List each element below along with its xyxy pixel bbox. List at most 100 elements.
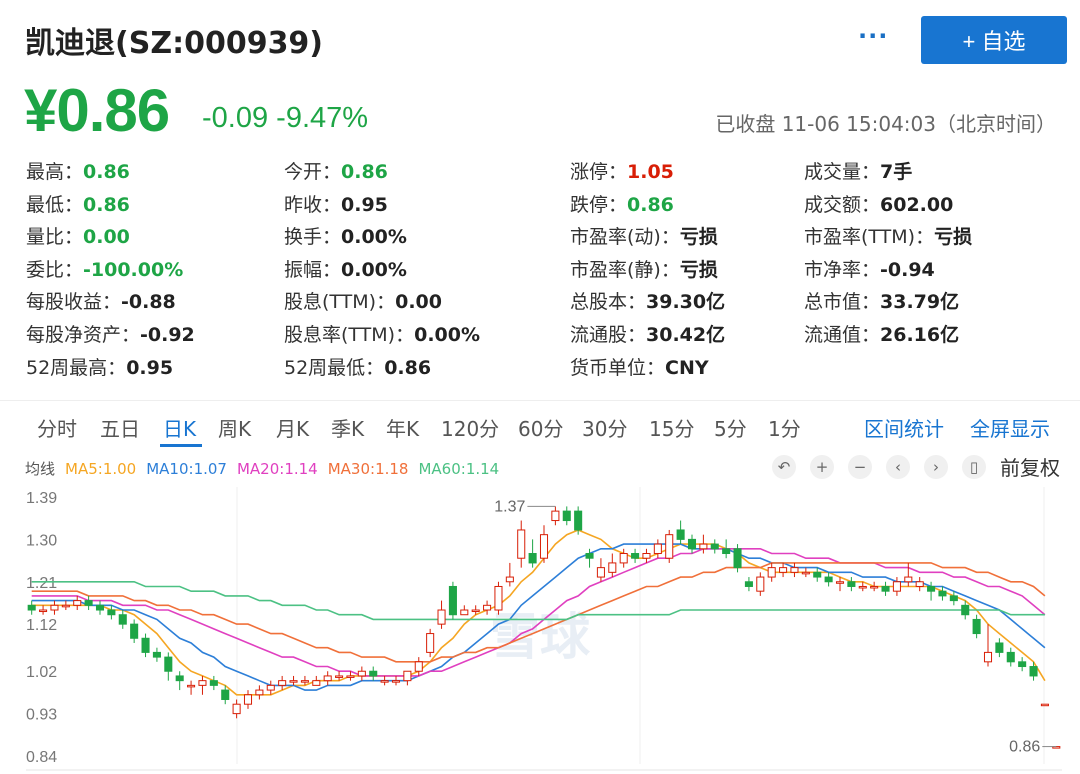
stat-label: 昨收： — [284, 193, 342, 216]
y-tick-label: 1.39 — [26, 490, 57, 507]
tab-period[interactable]: 1分 — [768, 413, 801, 442]
tab-period[interactable]: 分时 — [37, 413, 77, 442]
candle-body — [756, 576, 765, 592]
adjust-mode-selector[interactable]: 前复权 — [1000, 452, 1060, 481]
candle-body — [517, 529, 526, 559]
candle-body — [904, 576, 913, 583]
tab-period[interactable]: 120分 — [441, 413, 499, 442]
candle-body — [130, 623, 139, 639]
prev-icon[interactable]: ‹ — [886, 454, 910, 479]
candle-body — [562, 510, 571, 522]
candle-body — [983, 651, 993, 663]
stat-label: 市盈率(动)： — [570, 226, 680, 249]
candle-body — [312, 680, 321, 686]
stat-label: 量比： — [26, 226, 84, 249]
stat-label: 成交量： — [804, 161, 881, 183]
candle-body — [699, 543, 708, 550]
tab-period[interactable]: 15分 — [649, 413, 694, 442]
tab-period[interactable]: 五日 — [100, 413, 140, 442]
candle-body — [209, 680, 218, 686]
stat-label: 振幅： — [284, 258, 342, 281]
candle-body — [164, 656, 173, 672]
ma-legend-item: MA5:1.00 — [65, 460, 137, 478]
period-tabs: 分时 五日 日K 周K 月K 季K 年K 120分 60分 30分 15分 5分 1分 区间统计 全屏显示 — [0, 400, 1080, 447]
stat-item: 总股本：39.30亿 — [570, 287, 725, 314]
candle-body — [722, 548, 731, 555]
tab-period[interactable]: 月K — [276, 413, 309, 442]
stat-item: 52周最低：0.86 — [284, 353, 431, 380]
candle-body — [539, 534, 549, 559]
y-tick-label: 0.84 — [26, 749, 57, 766]
stat-value: 0.00% — [414, 324, 481, 346]
candle-body — [676, 529, 685, 540]
tab-period[interactable]: 60分 — [518, 413, 563, 442]
ma-legend: 均线 MA5:1.00 MA10:1.07 MA20:1.14 MA30:1.18 MA6… — [25, 458, 509, 479]
stat-item: 跌停：0.86 — [570, 190, 674, 217]
candle-body — [949, 595, 958, 602]
candle-body — [528, 553, 537, 564]
zoom-out-icon[interactable]: − — [848, 454, 872, 479]
ma-legend-item: MA60:1.14 — [418, 460, 500, 478]
more-options-icon[interactable]: ··· — [858, 22, 888, 50]
y-tick-label: 0.93 — [26, 707, 57, 724]
candle-body — [881, 585, 890, 592]
candle-body — [835, 581, 845, 584]
candle-body — [608, 562, 617, 573]
tab-period[interactable]: 季K — [331, 413, 364, 442]
stat-value: 0.95 — [126, 356, 174, 379]
stat-label: 最高： — [26, 161, 84, 183]
stat-label: 成交额： — [804, 193, 881, 216]
tab-period[interactable]: 5分 — [714, 413, 747, 442]
kline-chart[interactable]: 雪球 1.39 1.30 1.21 1.12 1.02 0.93 0.84 1.37 0.86 — [0, 484, 1080, 774]
stat-label: 流通值： — [804, 324, 881, 346]
stat-item: 每股净资产：-0.92 — [26, 320, 195, 347]
candle-body — [118, 614, 127, 625]
undo-icon[interactable]: ↶ — [772, 454, 796, 479]
candle-icon[interactable]: ▯ — [962, 454, 986, 479]
fullscreen-link[interactable]: 全屏显示 — [970, 413, 1050, 442]
stat-item: 市盈率(动)：亏损 — [570, 222, 718, 249]
add-watchlist-button[interactable]: + 自选 — [921, 16, 1067, 64]
candle-body — [255, 689, 264, 696]
stat-item: 每股收益：-0.88 — [26, 287, 176, 314]
candle-body — [505, 576, 514, 583]
stat-label: 股息(TTM)： — [284, 291, 396, 314]
tab-period[interactable]: 日K — [163, 413, 196, 442]
candle-body — [300, 680, 309, 683]
range-stats-link[interactable]: 区间统计 — [864, 413, 944, 442]
stat-label: 股息率(TTM)： — [284, 324, 415, 346]
next-icon[interactable]: › — [924, 454, 948, 479]
candle-body — [232, 703, 241, 715]
stat-label: 跌停： — [570, 193, 628, 216]
stat-item: 昨收：0.95 — [284, 190, 388, 217]
stat-value: -0.92 — [140, 324, 195, 346]
ma-legend-item: MA30:1.18 — [327, 460, 409, 478]
stat-value: 0.00% — [341, 258, 407, 281]
tab-period[interactable]: 30分 — [582, 413, 627, 442]
ma-legend-item: MA10:1.07 — [146, 460, 227, 478]
stat-value: 0.86 — [341, 161, 388, 183]
candle-body — [642, 553, 651, 559]
stat-label: 市净率： — [804, 258, 881, 281]
y-tick-label: 1.30 — [26, 532, 57, 549]
max-price-label: 1.37 — [494, 498, 525, 515]
stat-item: 成交量：7手 — [804, 157, 912, 184]
candle-body — [380, 680, 389, 683]
candle-body — [187, 684, 196, 688]
candle-body — [403, 670, 412, 682]
candle-body — [631, 553, 640, 559]
candle-body — [323, 675, 332, 682]
tab-period[interactable]: 周K — [218, 413, 251, 442]
candle-body — [801, 571, 810, 575]
stat-value: 0.00% — [341, 226, 407, 249]
candle-body — [892, 581, 901, 592]
stat-label: 每股净资产： — [26, 324, 141, 346]
last-price-label: 0.86 — [1009, 739, 1040, 756]
stat-label: 换手： — [284, 226, 342, 249]
stat-value: 0.86 — [627, 193, 674, 216]
zoom-in-icon[interactable]: + — [810, 454, 834, 479]
ma-legend-item: MA20:1.14 — [236, 460, 318, 478]
tab-period[interactable]: 年K — [386, 413, 419, 442]
candle-body — [653, 543, 662, 555]
stat-item: 总市值：33.79亿 — [804, 287, 959, 314]
